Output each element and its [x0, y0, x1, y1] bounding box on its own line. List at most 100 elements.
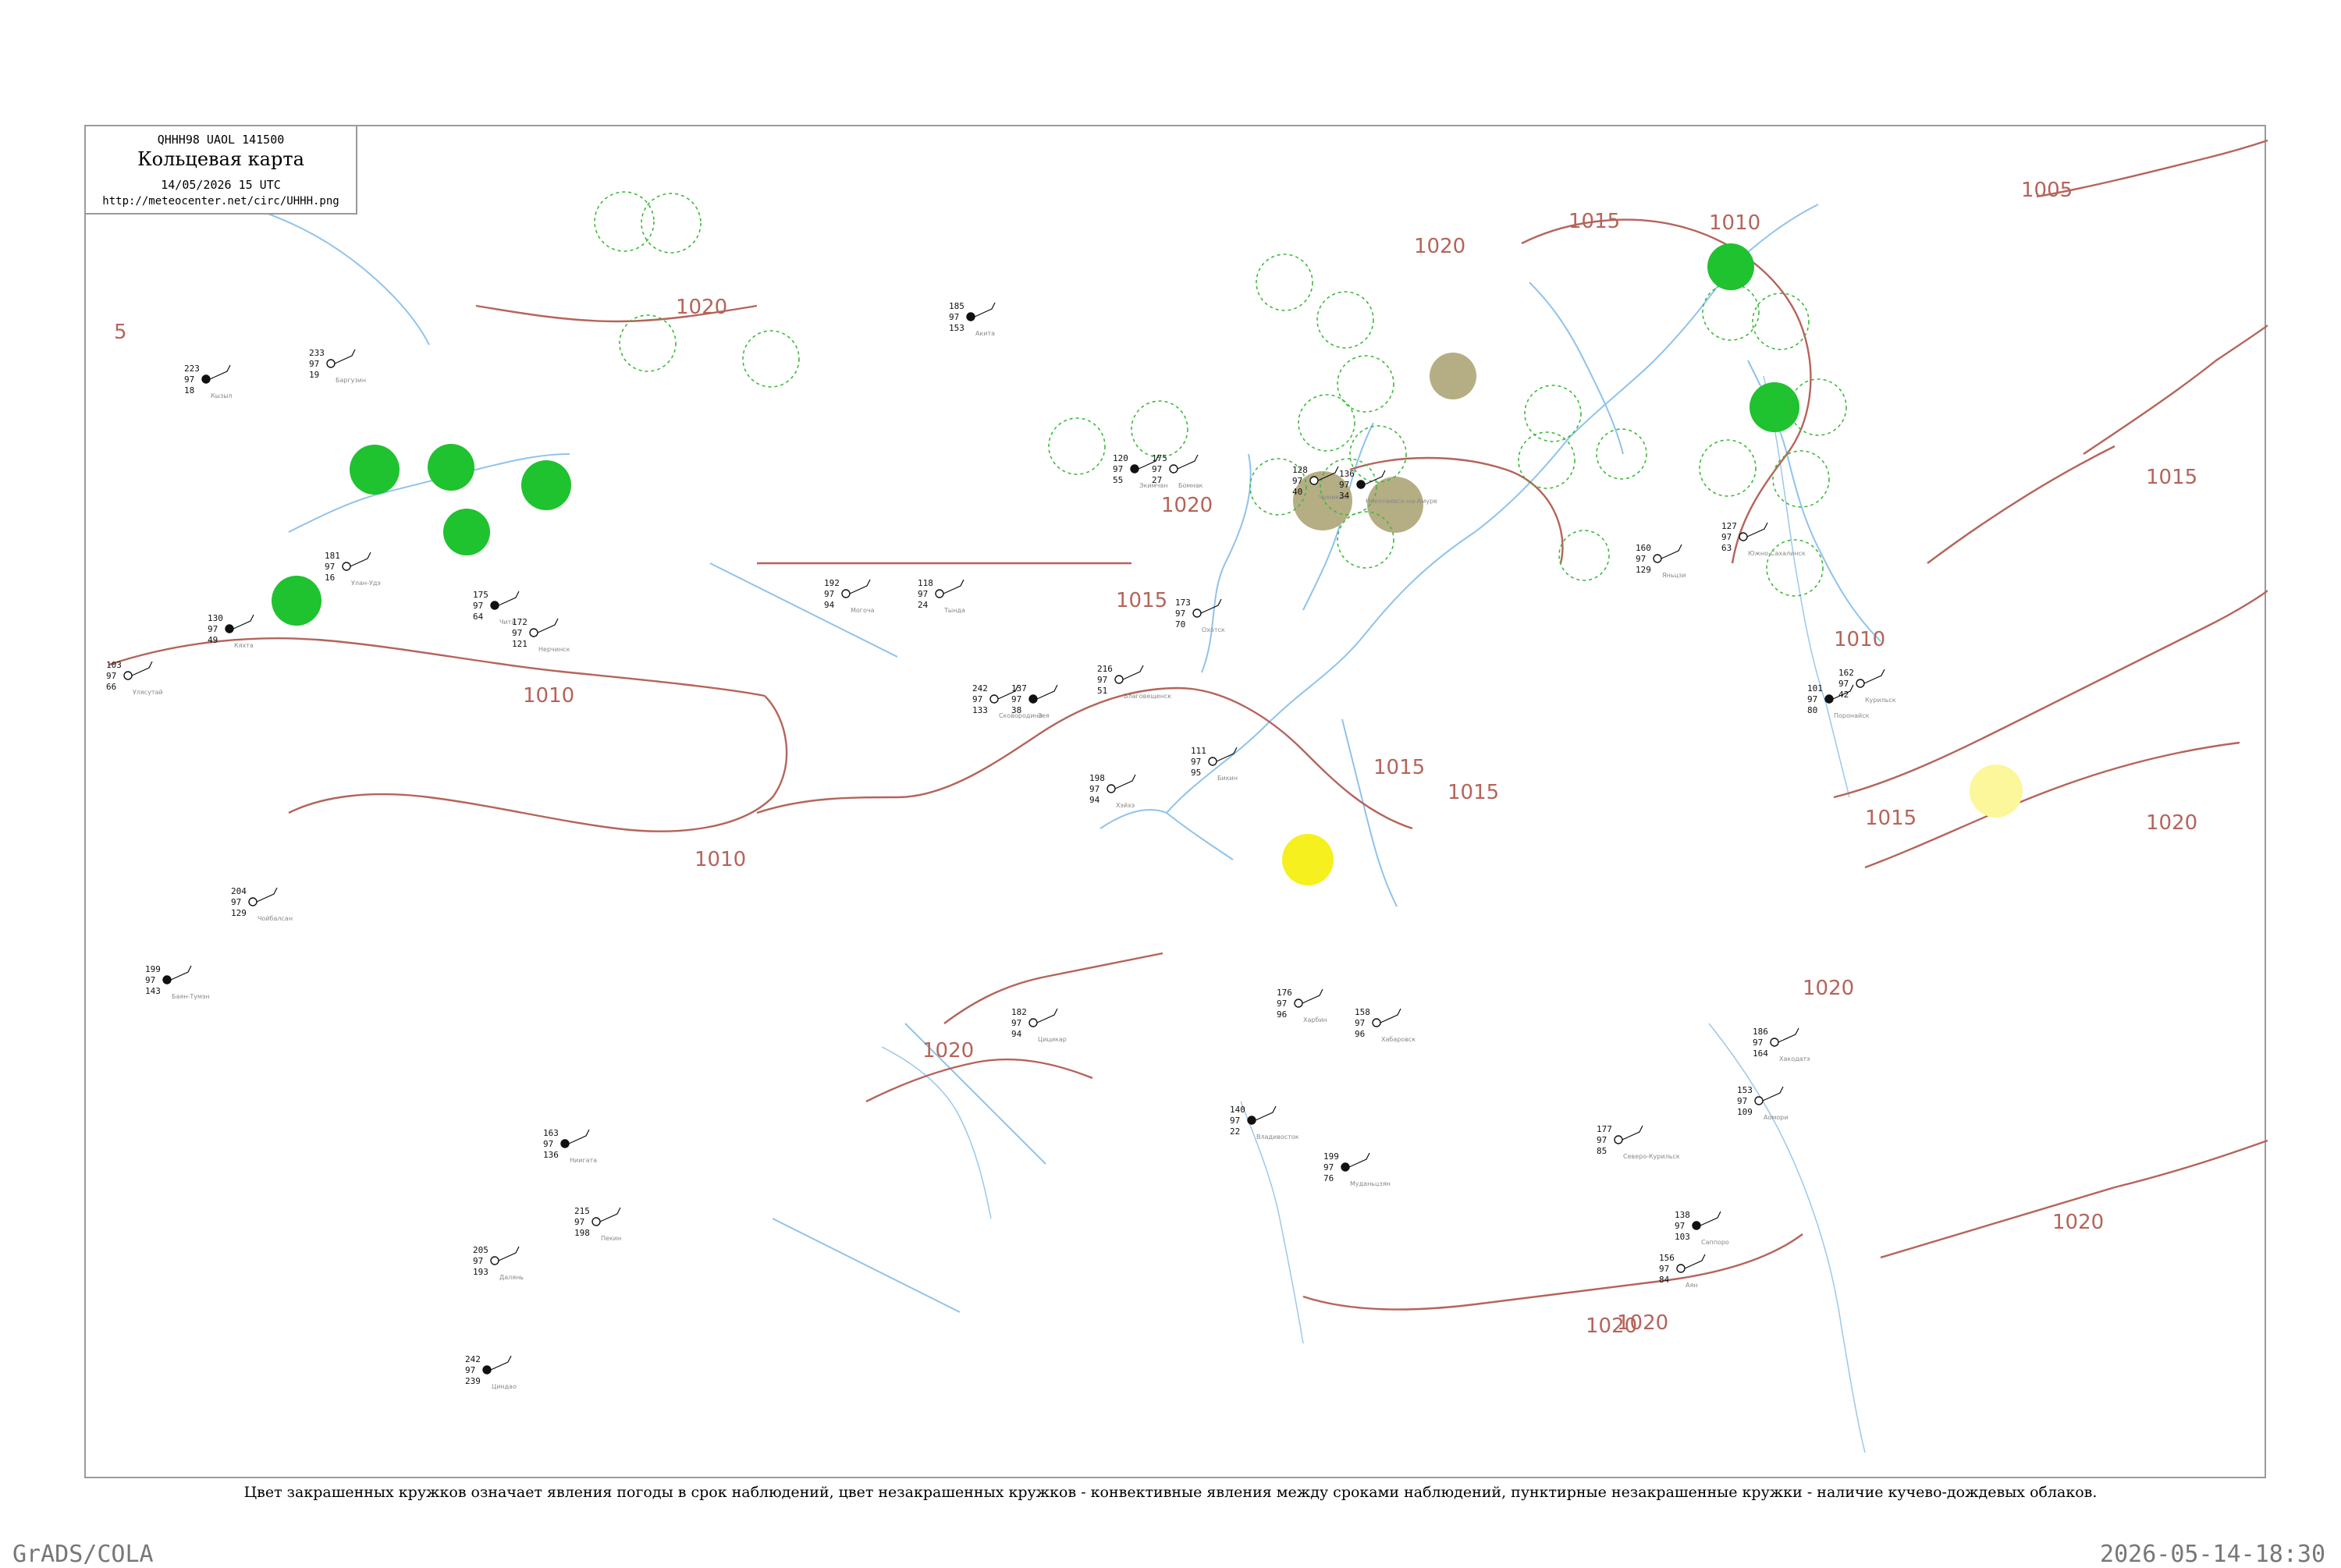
station-dewpoint: 193 [473, 1267, 488, 1277]
station-temp: 205 [473, 1245, 488, 1255]
station-temp: 153 [1737, 1085, 1753, 1095]
precip-circle [1750, 382, 1799, 432]
station-plot[interactable]: 1769796 Харбин [1277, 988, 1327, 1023]
station-plot[interactable]: 1629742 Курильск [1838, 668, 1896, 704]
station-dewpoint: 133 [972, 705, 988, 715]
cloud-cover-symbol [162, 975, 172, 984]
station-plot[interactable]: 1409722 Владивосток [1230, 1105, 1299, 1141]
isobar-label: 1005 [2021, 179, 2073, 202]
cloud-cover-symbol [560, 1139, 570, 1148]
isobar-label: 1015 [1373, 756, 1425, 779]
station-dewpoint: 49 [208, 635, 218, 645]
station-dewpoint: 40 [1292, 487, 1302, 497]
cloud-cover-symbol [482, 1365, 492, 1375]
station-plot[interactable]: 19997143 Баян-Тумэн [145, 964, 210, 1000]
station-plot[interactable]: 1569784 Аян [1659, 1253, 1706, 1289]
wind-barb [233, 614, 254, 630]
station-pressure: 97 [972, 694, 982, 704]
station-pressure: 97 [918, 589, 928, 599]
station-pressure: 97 [574, 1217, 584, 1227]
station-plot[interactable]: 1039766 Улясутай [106, 660, 163, 696]
cloud-cover-symbol [841, 589, 851, 598]
station-plot[interactable]: 18597153 Акита [949, 301, 996, 337]
station-dewpoint: 96 [1355, 1029, 1365, 1039]
station-plot[interactable]: 1989794 Хэйхэ [1089, 773, 1136, 809]
cloud-cover-symbol [1770, 1038, 1779, 1047]
station-plot[interactable]: 21597198 Пекин [574, 1206, 621, 1242]
station-name: Владивосток [1256, 1133, 1299, 1141]
station-plot[interactable]: 1589796 Хабаровск [1355, 1007, 1416, 1043]
station-pressure: 97 [543, 1139, 553, 1149]
station-temp: 242 [465, 1354, 481, 1364]
station-plot[interactable]: 1309749 Кяхта [208, 613, 254, 649]
isobar-label: 1020 [676, 296, 727, 319]
station-plot[interactable]: 1779785 Северо-Курильск [1597, 1124, 1680, 1160]
station-pressure: 97 [512, 628, 522, 638]
station-pressure: 97 [1721, 532, 1732, 542]
isobar-1020-d [1864, 741, 2240, 869]
station-plot[interactable]: 1999776 Муданьцзян [1323, 1151, 1391, 1187]
cloud-cover-symbol [1294, 999, 1303, 1008]
station-plot[interactable]: 1759727 Бомнак [1152, 453, 1203, 489]
station-name: Южно-Сахалинск [1748, 550, 1806, 557]
cloud-cover-symbol [1856, 679, 1865, 688]
station-plot[interactable]: 1119795 Бикин [1191, 746, 1238, 782]
station-pressure: 97 [1011, 1018, 1021, 1028]
station-temp: 204 [231, 886, 247, 896]
station-plot[interactable]: 20597193 Далянь [473, 1245, 524, 1281]
isobar-label: 1020 [1414, 235, 1465, 258]
station-name: Хакодатэ [1779, 1055, 1810, 1062]
wind-barb [849, 579, 871, 594]
isobar-label: 1015 [1865, 807, 1916, 830]
station-plot[interactable]: 20497129 Чойбалсан [231, 886, 293, 922]
station-plot[interactable]: 16397136 Ниигата [543, 1128, 597, 1164]
isobar-label: 1020 [2052, 1211, 2104, 1234]
station-plot[interactable]: 17297121 Нерчинск [512, 617, 570, 653]
station-name: Зея [1038, 712, 1050, 719]
precip-circle [350, 445, 400, 495]
station-plot[interactable]: 2239718 Кызыл [184, 364, 233, 399]
wind-barb [1661, 544, 1682, 559]
station-plot[interactable]: 1189724 Тында [918, 578, 965, 614]
wind-barb [256, 887, 278, 903]
station-temp: 185 [949, 301, 964, 311]
wind-barb [1863, 669, 1885, 684]
station-plot[interactable]: 1929794 Могоча [824, 578, 875, 614]
station-dewpoint: 84 [1659, 1275, 1670, 1285]
station-plot[interactable]: 18697164 Хакодатэ [1753, 1027, 1810, 1062]
cloud-cover-symbol [1247, 1116, 1256, 1125]
wind-barb [1746, 522, 1768, 537]
station-temp: 140 [1230, 1105, 1245, 1115]
cloud-cover-symbol [1107, 784, 1116, 793]
isobar-label: 1015 [2146, 466, 2197, 489]
wind-barb [1114, 774, 1136, 789]
map-url[interactable]: http://meteocenter.net/circ/UHHH.png [86, 195, 356, 208]
station-plot[interactable]: 15397109 Аомори [1737, 1085, 1789, 1121]
isobar-label: 1015 [1448, 781, 1499, 804]
cb-circle [1256, 254, 1313, 311]
wind-barb [537, 618, 559, 633]
station-plot[interactable]: 1819716 Улан-Удэ [325, 551, 381, 587]
station-temp: 173 [1175, 598, 1191, 608]
cloud-cover-symbol [490, 601, 499, 610]
station-plot[interactable]: 24297239 Циндао [465, 1354, 517, 1390]
station-plot[interactable]: 13897103 Саппоро [1675, 1210, 1729, 1246]
station-plot[interactable]: 2169751 Благовещенск [1097, 664, 1171, 700]
cloud-cover-symbol [1130, 464, 1139, 474]
cb-circle [1766, 539, 1824, 597]
cloud-cover-symbol [201, 374, 211, 384]
precip-circle [443, 509, 490, 555]
cb-circle [1702, 283, 1760, 341]
station-pressure: 97 [465, 1365, 475, 1375]
cloud-cover-symbol [1372, 1018, 1381, 1027]
weather-map[interactable]: 1005101010101010101010151015101510151015… [86, 126, 2268, 1480]
station-plot[interactable]: 1739770 Охотск [1175, 598, 1225, 633]
isobar-label: 1010 [1709, 211, 1760, 235]
station-pressure: 97 [1097, 675, 1107, 685]
station-dewpoint: 42 [1838, 690, 1849, 700]
cb-circle [1298, 394, 1355, 452]
station-pressure: 97 [1292, 476, 1302, 486]
station-plot[interactable]: 2339719 Баргузин [309, 348, 366, 384]
station-plot[interactable]: 1829794 Цицикар [1011, 1007, 1067, 1043]
station-plot[interactable]: 16097129 Яньцзи [1636, 543, 1686, 579]
